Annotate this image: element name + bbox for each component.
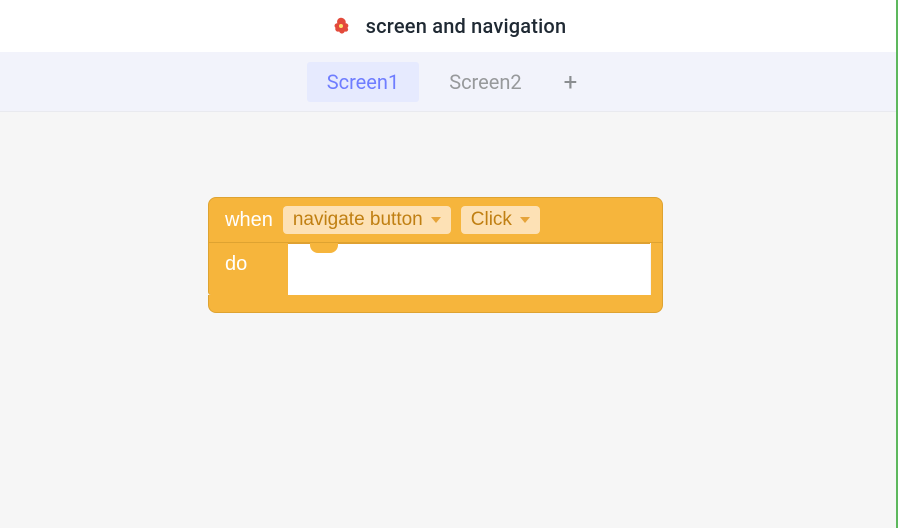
block-body: do <box>208 243 663 295</box>
block-slot-notch <box>310 243 338 253</box>
block-slot-wrap <box>288 243 651 295</box>
component-dropdown-value: navigate button <box>293 209 423 231</box>
when-event-block[interactable]: when navigate button Click do <box>208 197 663 313</box>
screen-tabs-bar: Screen1 Screen2 + <box>0 52 896 112</box>
block-header-row: when navigate button Click <box>208 197 663 243</box>
header-title-bar: screen and navigation <box>0 0 896 52</box>
do-keyword: do <box>225 253 247 275</box>
tab-label: Screen2 <box>449 70 521 94</box>
blocks-workspace[interactable]: when navigate button Click do <box>0 112 896 528</box>
thunkable-icon <box>330 15 352 37</box>
event-dropdown[interactable]: Click <box>461 206 540 234</box>
component-dropdown[interactable]: navigate button <box>283 206 451 234</box>
plus-icon: + <box>564 68 578 96</box>
tab-screen1[interactable]: Screen1 <box>307 62 419 102</box>
chevron-down-icon <box>520 217 530 223</box>
event-dropdown-value: Click <box>471 209 512 231</box>
header-title-inner: screen and navigation <box>330 14 567 38</box>
do-keyword-rail: do <box>208 243 288 295</box>
chevron-down-icon <box>431 217 441 223</box>
block-right-cap <box>651 243 663 295</box>
block-statement-slot[interactable] <box>288 243 650 295</box>
tab-label: Screen1 <box>327 70 399 94</box>
when-keyword: when <box>225 209 273 232</box>
page-title: screen and navigation <box>366 14 567 38</box>
add-screen-button[interactable]: + <box>552 68 590 96</box>
block-footer <box>208 295 663 313</box>
tab-screen2[interactable]: Screen2 <box>429 62 541 102</box>
